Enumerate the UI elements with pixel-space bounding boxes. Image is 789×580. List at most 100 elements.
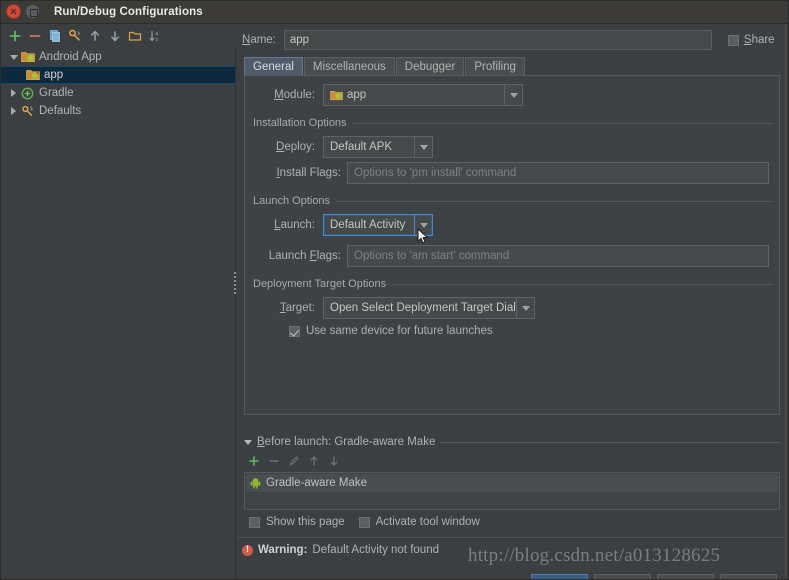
tree-node-label: Android App (39, 51, 102, 63)
tab-profiling[interactable]: Profiling (465, 57, 525, 76)
window-right-edge (785, 24, 789, 580)
share-label: Share (743, 34, 775, 46)
name-input-value: app (289, 34, 310, 46)
apply-button[interactable]: Apply (657, 574, 714, 580)
remove-icon[interactable] (26, 27, 44, 45)
copy-icon[interactable] (46, 27, 64, 45)
before-launch-toolbar (247, 454, 341, 468)
warning-message: Default Activity not found (312, 544, 439, 556)
tree-node-gradle[interactable]: Gradle (0, 84, 235, 102)
chevron-right-icon[interactable] (8, 88, 19, 99)
add-icon[interactable] (6, 27, 24, 45)
section-divider (352, 122, 773, 124)
launch-label: Launch: (274, 219, 315, 231)
name-input[interactable]: app (283, 30, 712, 50)
module-row: Module: app (253, 84, 523, 106)
move-down-icon[interactable] (106, 27, 124, 45)
sort-alphabetically-icon[interactable]: a z (146, 27, 164, 45)
name-row: Name: app Share (242, 29, 785, 51)
maximize-icon[interactable] (25, 4, 40, 19)
dialog-buttons: OK Cancel Apply Help (237, 570, 785, 580)
use-same-device-checkbox[interactable] (289, 325, 300, 337)
launch-flags-label: Launch Flags: (268, 250, 341, 262)
before-launch-title: Before launch: Gradle-aware Make (257, 436, 436, 448)
launch-flags-placeholder: Options to 'am start' command (354, 250, 510, 262)
tab-debugger[interactable]: Debugger (395, 57, 465, 76)
target-combobox[interactable]: Open Select Deployment Target Dialog (323, 297, 535, 319)
edit-task-icon[interactable] (287, 454, 301, 468)
defaults-icon (21, 105, 35, 118)
module-label: Module: (274, 89, 315, 101)
android-robot-icon (250, 477, 261, 489)
module-value: app (347, 89, 367, 101)
general-tab-panel: Module: app Installation Options Deploy:… (244, 75, 780, 415)
gradle-icon (21, 87, 35, 100)
warning-prefix: Warning: (258, 544, 308, 556)
target-value: Open Select Deployment Target Dialog (330, 302, 516, 314)
chevron-down-icon[interactable] (244, 439, 252, 445)
configuration-editor-panel: Name: app Share General Miscellaneous De… (237, 25, 785, 580)
share-checkbox[interactable] (727, 34, 739, 46)
install-flags-row: Install Flags: Options to 'pm install' c… (253, 162, 773, 184)
deploy-combobox[interactable]: Default APK (323, 136, 433, 158)
chevron-down-icon[interactable] (8, 52, 19, 63)
tree-node-label: Gradle (39, 87, 74, 99)
list-item[interactable]: Gradle-aware Make (246, 474, 778, 492)
editor-tabs[interactable]: General Miscellaneous Debugger Profiling (244, 57, 526, 76)
launch-options-section: Launch Options (253, 195, 773, 207)
install-flags-placeholder: Options to 'pm install' command (354, 167, 517, 179)
before-launch-header[interactable]: Before launch: Gradle-aware Make (244, 436, 780, 448)
deployment-target-options-section: Deployment Target Options (253, 278, 773, 290)
deploy-label: Deploy: (276, 141, 315, 153)
ok-button[interactable]: OK (531, 574, 588, 580)
module-combobox[interactable]: app (323, 84, 523, 106)
chevron-right-icon[interactable] (8, 106, 19, 117)
remove-task-icon[interactable] (267, 454, 281, 468)
use-same-device-label: Use same device for future launches (306, 325, 493, 337)
before-launch-task-list[interactable]: Gradle-aware Make (244, 472, 780, 510)
configurations-tree[interactable]: Android App app Gradle Defaults (0, 47, 236, 580)
cancel-button[interactable]: Cancel (594, 574, 651, 580)
show-this-page-checkbox[interactable] (249, 516, 260, 528)
tree-node-app[interactable]: app (0, 66, 235, 84)
tree-node-defaults[interactable]: Defaults (0, 102, 235, 120)
folder-icon[interactable] (126, 27, 144, 45)
android-app-icon (21, 51, 35, 64)
section-divider (392, 283, 773, 285)
chevron-down-icon[interactable] (504, 85, 522, 105)
use-same-device-row[interactable]: Use same device for future launches (289, 325, 493, 337)
deployment-target-options-title: Deployment Target Options (253, 278, 387, 290)
activate-tool-window-group[interactable]: Activate tool window (358, 516, 480, 528)
launch-options-title: Launch Options (253, 195, 331, 207)
chevron-down-icon[interactable] (516, 298, 534, 318)
add-task-icon[interactable] (247, 454, 261, 468)
run-debug-configurations-dialog: Run/Debug Configurations a z Android App… (0, 0, 789, 580)
launch-flags-input[interactable]: Options to 'am start' command (347, 245, 769, 267)
move-task-down-icon[interactable] (327, 454, 341, 468)
target-label: Target: (279, 302, 315, 314)
move-task-up-icon[interactable] (307, 454, 321, 468)
launch-combobox[interactable]: Default Activity (323, 214, 433, 236)
share-checkbox-group[interactable]: Share (727, 34, 775, 46)
installation-options-title: Installation Options (253, 117, 347, 129)
activate-tool-window-checkbox[interactable] (358, 516, 370, 528)
activate-tool-window-label: Activate tool window (375, 516, 480, 528)
close-icon[interactable] (6, 4, 21, 19)
chevron-down-icon[interactable] (414, 137, 432, 157)
show-this-page-label: Show this page (266, 516, 345, 528)
save-configuration-icon[interactable] (66, 27, 84, 45)
section-divider (336, 200, 773, 202)
chevron-down-icon[interactable] (414, 215, 432, 235)
tab-miscellaneous[interactable]: Miscellaneous (303, 57, 395, 76)
install-flags-label: Install Flags: (276, 167, 341, 179)
tree-node-label: app (44, 69, 64, 81)
install-flags-input[interactable]: Options to 'pm install' command (347, 162, 769, 184)
tree-node-android-app[interactable]: Android App (0, 48, 235, 66)
title-bar: Run/Debug Configurations (0, 0, 789, 24)
help-button[interactable]: Help (720, 574, 777, 580)
move-up-icon[interactable] (86, 27, 104, 45)
show-this-page-group[interactable]: Show this page (249, 516, 345, 528)
warning-icon (242, 544, 253, 556)
footer-divider (237, 537, 785, 538)
tab-general[interactable]: General (244, 57, 303, 76)
